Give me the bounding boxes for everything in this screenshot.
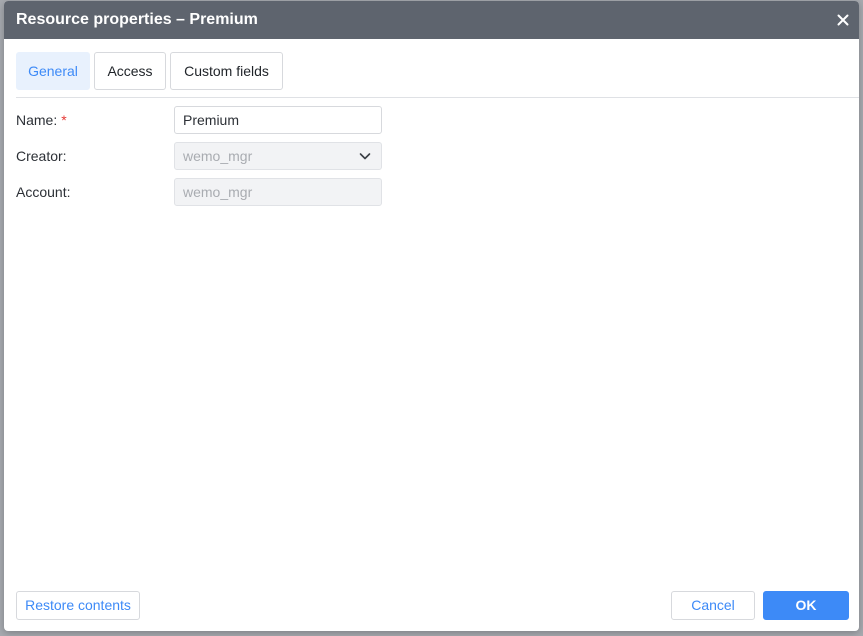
dialog-titlebar: Resource properties – Premium [4,1,859,39]
resource-properties-dialog: Resource properties – Premium General Ac… [4,1,859,631]
name-input[interactable]: Premium [174,106,382,134]
dialog-title: Resource properties – Premium [16,11,258,28]
close-button[interactable] [833,10,853,30]
name-label-text: Name: [16,112,58,128]
required-mark: * [61,112,67,128]
creator-value: wemo_mgr [183,148,253,164]
name-label: Name: * [16,112,67,128]
ok-button[interactable]: OK [763,591,849,620]
restore-contents-button[interactable]: Restore contents [16,591,140,620]
close-icon [837,14,849,26]
tab-access[interactable]: Access [94,52,166,90]
chevron-down-icon [359,153,371,160]
account-field: wemo_mgr [174,178,382,206]
creator-select: wemo_mgr [174,142,382,170]
creator-label: Creator: [16,148,67,164]
account-label: Account: [16,184,71,200]
cancel-button[interactable]: Cancel [671,591,755,620]
tab-divider [16,97,859,98]
tab-general[interactable]: General [16,52,90,90]
tab-custom-fields[interactable]: Custom fields [170,52,283,90]
